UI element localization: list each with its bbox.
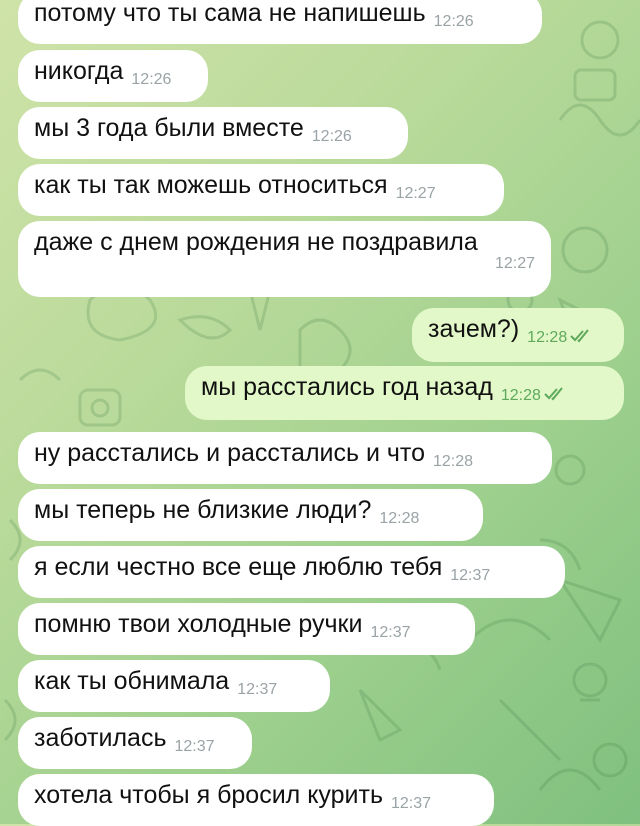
message-bubble[interactable]: заботилась 12:37	[18, 717, 252, 769]
message-text: помню твои холодные ручки	[34, 610, 363, 638]
message-text: никогда	[34, 57, 124, 85]
message-time: 12:28	[432, 453, 474, 470]
message-text: я если честно все еще люблю тебя	[34, 553, 443, 581]
message-bubble[interactable]: даже с днем рождения не поздравила 12:27	[18, 221, 551, 297]
message-text: зачем?)	[428, 315, 520, 343]
message-bubble[interactable]: я если честно все еще люблю тебя 12:37	[18, 546, 565, 598]
message-time: 12:27	[494, 255, 535, 272]
message-time: 12:26	[311, 128, 352, 145]
message-text: мы 3 года были вместе	[34, 114, 304, 142]
message-text: ну расстались и расстались и что	[34, 439, 425, 467]
message-time: 12:37	[390, 795, 432, 812]
message-text: хотела чтобы я бросил курить	[34, 781, 383, 809]
message-bubble[interactable]: ну расстались и расстались и что 12:28	[18, 432, 552, 484]
message-bubble-outgoing[interactable]: мы расстались год назад 12:28	[185, 366, 624, 420]
message-time: 12:37	[450, 567, 491, 584]
message-time: 12:26	[131, 71, 172, 88]
message-bubble[interactable]: как ты так можешь относиться 12:27	[18, 164, 504, 216]
message-bubble[interactable]: помню твои холодные ручки 12:37	[18, 603, 475, 655]
message-text: заботилась	[34, 724, 167, 752]
message-time: 12:37	[370, 624, 411, 641]
message-bubble[interactable]: как ты обнимала 12:37	[18, 660, 330, 712]
message-bubble[interactable]: мы 3 года были вместе 12:26	[18, 107, 408, 159]
message-list[interactable]: потому что ты сама не напишешь 12:26 нико…	[0, 0, 640, 826]
message-text: даже с днем рождения не поздравила	[34, 228, 478, 256]
message-bubble[interactable]: никогда 12:26	[18, 50, 208, 102]
message-bubble[interactable]: потому что ты сама не напишешь 12:26	[18, 0, 542, 44]
message-time: 12:28	[527, 329, 568, 346]
message-bubble[interactable]: хотела чтобы я бросил курить 12:37	[18, 774, 494, 826]
message-time: 12:28	[379, 510, 420, 527]
message-time: 12:37	[174, 738, 215, 755]
message-bubble[interactable]: мы теперь не близкие люди? 12:28	[18, 489, 483, 541]
double-check-icon	[570, 320, 592, 350]
message-text: мы теперь не близкие люди?	[34, 496, 372, 524]
message-time: 12:26	[433, 13, 474, 30]
double-check-icon	[544, 378, 566, 408]
message-bubble-outgoing[interactable]: зачем?) 12:28	[412, 308, 624, 362]
message-text: как ты обнимала	[34, 667, 230, 695]
message-time: 12:27	[395, 185, 436, 202]
message-time: 12:37	[237, 681, 278, 698]
message-time: 12:28	[500, 387, 541, 404]
message-text: как ты так можешь относиться	[34, 171, 388, 199]
message-text: мы расстались год назад	[201, 373, 493, 401]
message-text: потому что ты сама не напишешь	[34, 0, 426, 27]
